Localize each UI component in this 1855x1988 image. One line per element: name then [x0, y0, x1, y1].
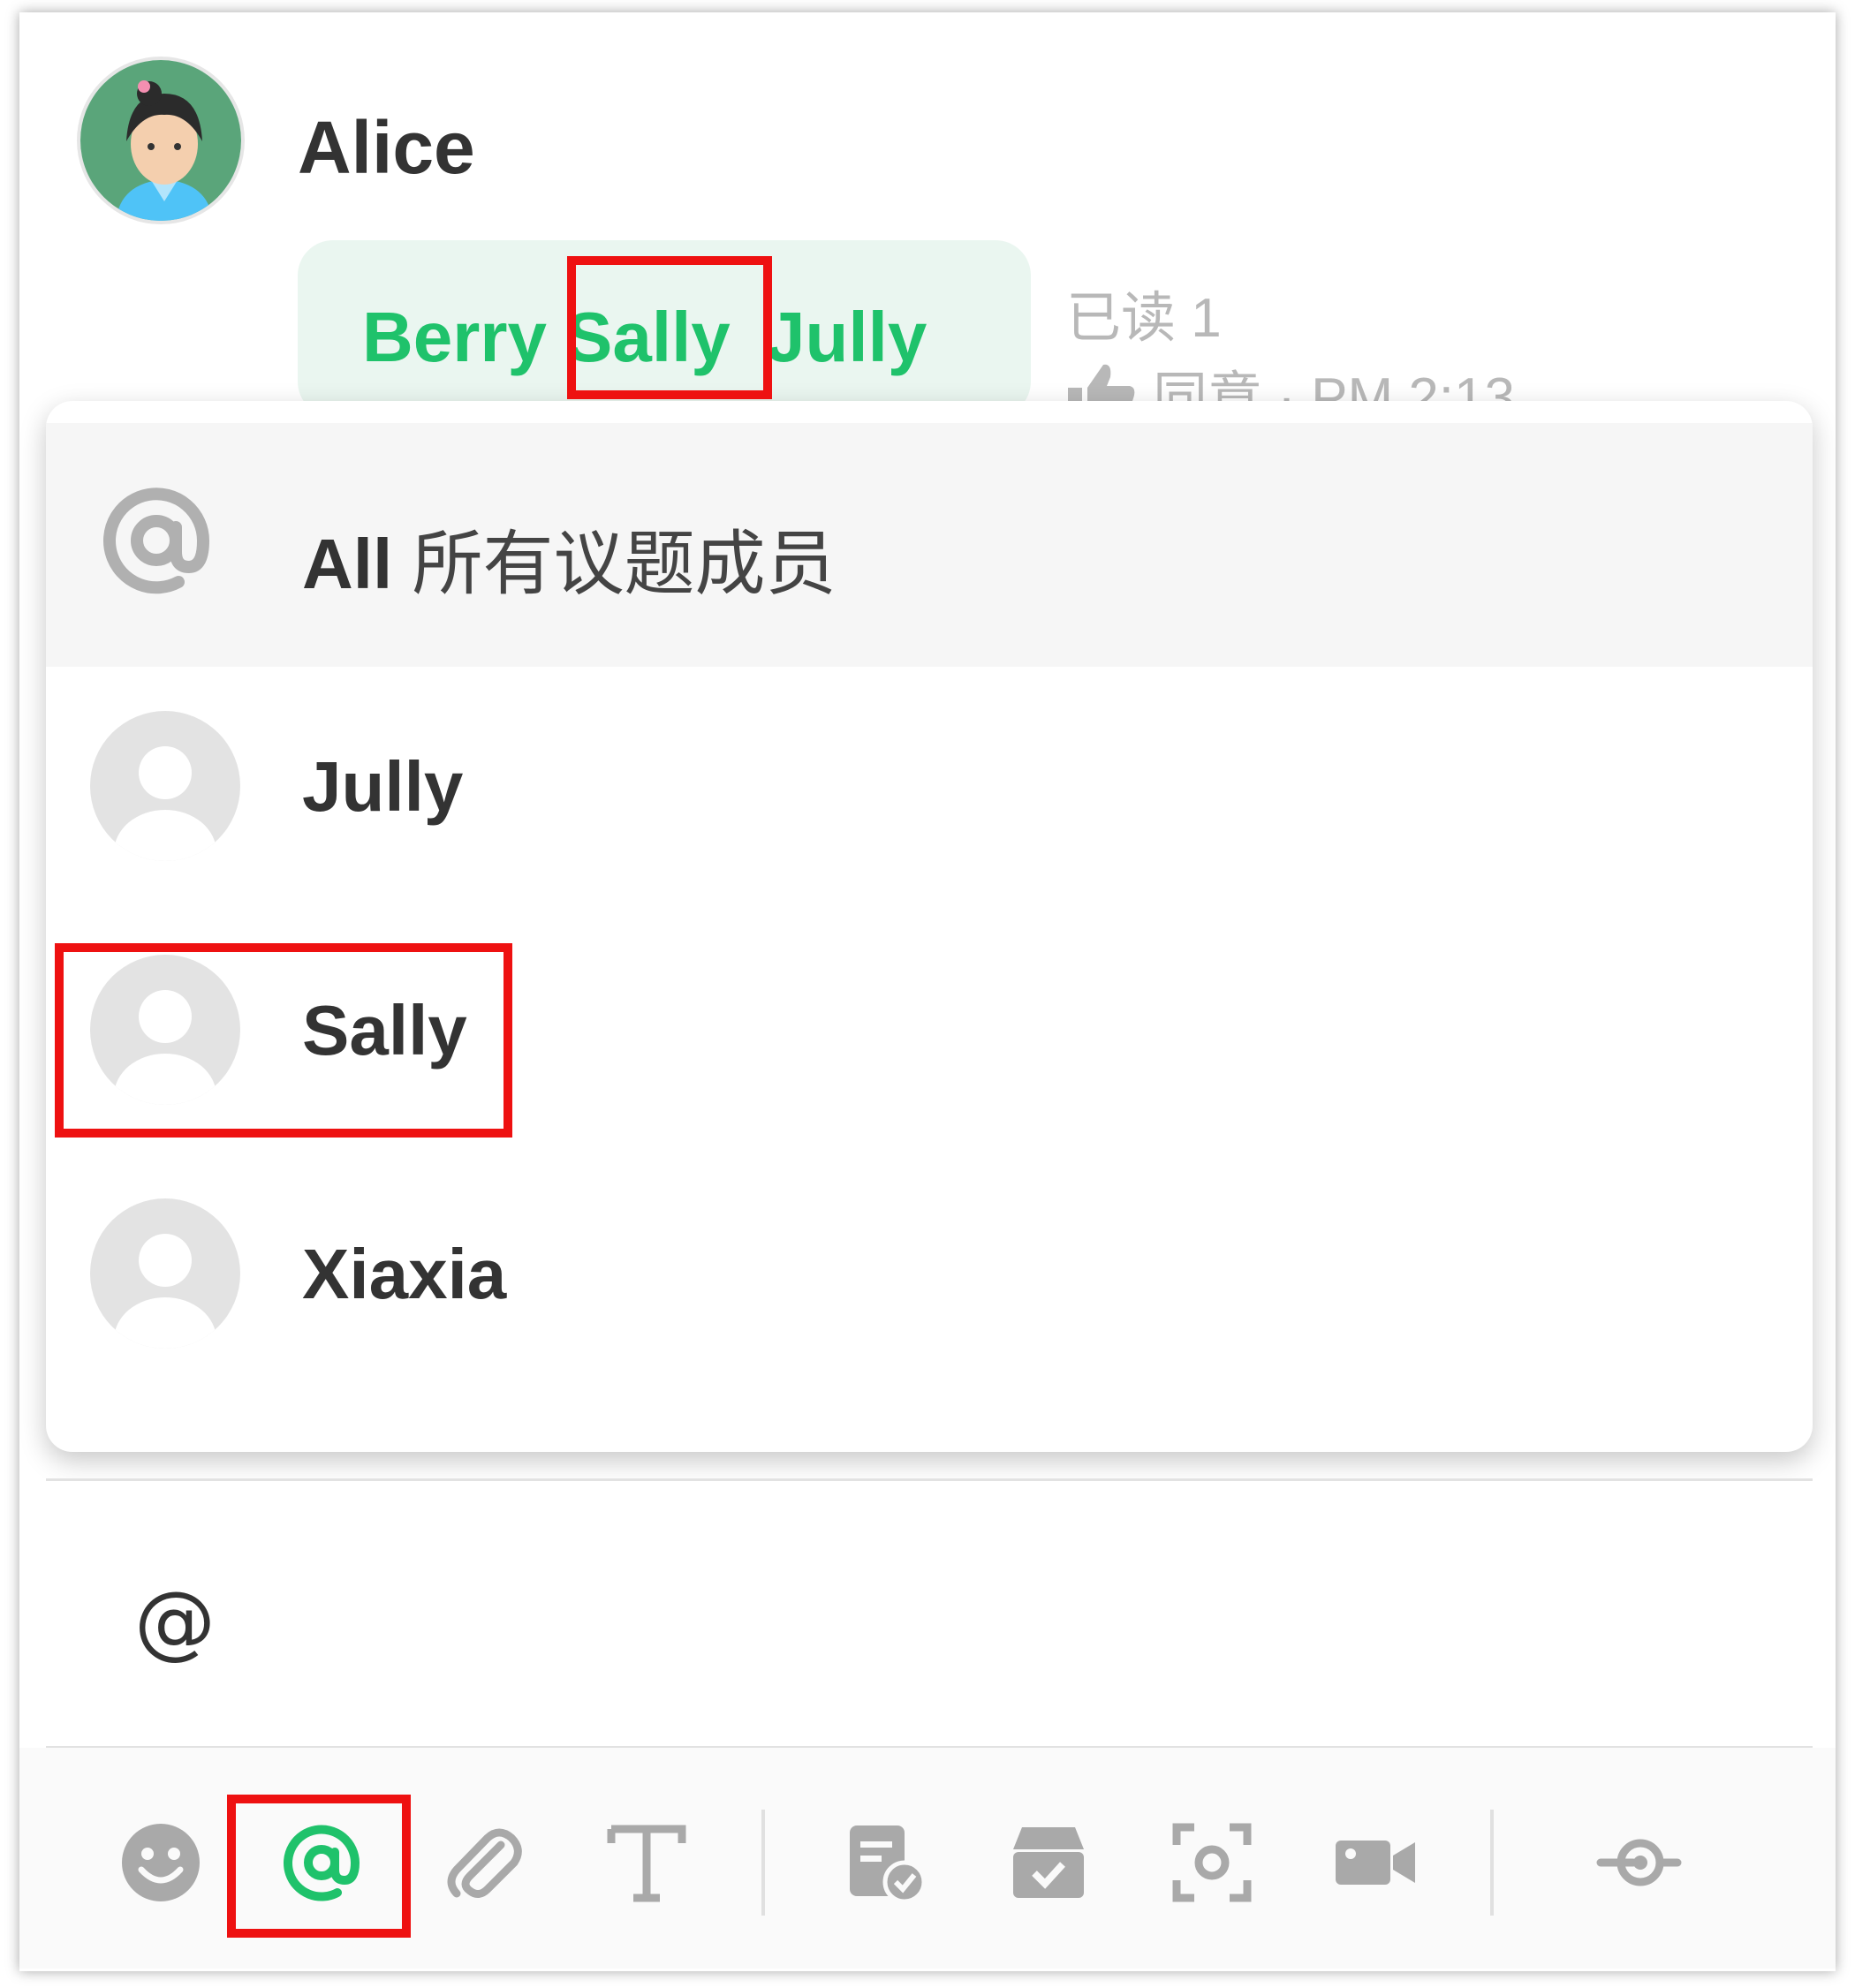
message-input[interactable]: @: [46, 1478, 1813, 1749]
default-avatar-icon: [90, 955, 240, 1105]
mention-option-xiaxia[interactable]: Xiaxia: [46, 1154, 1813, 1398]
approval-icon: [1013, 1827, 1084, 1898]
mention-dropdown: All 所有议题成员 Jully Sally Xiaxia: [46, 401, 1813, 1452]
screenshot-icon: [1172, 1823, 1252, 1902]
text-format-icon: [607, 1825, 686, 1902]
attachment-icon: [447, 1828, 522, 1898]
screenshot-button[interactable]: [1163, 1814, 1261, 1911]
default-avatar-icon: [90, 711, 240, 861]
input-toolbar: [19, 1748, 1836, 1969]
video-icon: [1336, 1841, 1415, 1885]
task-button[interactable]: [837, 1814, 934, 1911]
toolbar-divider: [1490, 1810, 1494, 1916]
more-button[interactable]: [1592, 1814, 1689, 1911]
mention-option-label: All 所有议题成员: [302, 507, 836, 609]
read-status[interactable]: 已读 1: [1066, 273, 1222, 352]
mention-sally[interactable]: Sally: [565, 297, 731, 378]
mention-all-desc: 所有议题成员: [412, 525, 837, 603]
text-format-button[interactable]: [598, 1814, 695, 1911]
mention-option-jully[interactable]: Jully: [46, 667, 1813, 911]
more-icon: [1596, 1839, 1682, 1886]
at-icon: [284, 1825, 360, 1901]
mention-button[interactable]: [273, 1814, 370, 1911]
emoji-button[interactable]: [112, 1814, 209, 1911]
approval-button[interactable]: [1000, 1814, 1097, 1911]
at-icon: [90, 474, 223, 611]
mention-option-all[interactable]: All 所有议题成员: [46, 423, 1813, 667]
video-button[interactable]: [1327, 1814, 1424, 1911]
mention-jully[interactable]: Jully: [766, 297, 927, 378]
default-avatar-icon: [90, 1198, 240, 1349]
input-value: @: [134, 1574, 216, 1668]
mention-option-sally[interactable]: Sally: [46, 911, 1813, 1154]
mention-option-label: Jully: [302, 747, 464, 826]
emoji-icon: [122, 1824, 200, 1901]
sender-avatar[interactable]: [77, 57, 245, 224]
task-icon: [850, 1825, 927, 1904]
message-area: Alice Berry Sally Jully 已读 1 同意 · PM 2:1…: [19, 12, 1836, 1971]
mention-option-label: Xiaxia: [302, 1235, 507, 1313]
mention-all-name: All: [302, 525, 393, 603]
mention-berry[interactable]: Berry: [362, 297, 547, 378]
mention-option-label: Sally: [302, 991, 467, 1070]
toolbar-divider: [761, 1810, 765, 1916]
attachment-button[interactable]: [435, 1814, 532, 1911]
sender-name: Alice: [298, 106, 475, 189]
chat-window: Alice Berry Sally Jully 已读 1 同意 · PM 2:1…: [19, 12, 1836, 1971]
